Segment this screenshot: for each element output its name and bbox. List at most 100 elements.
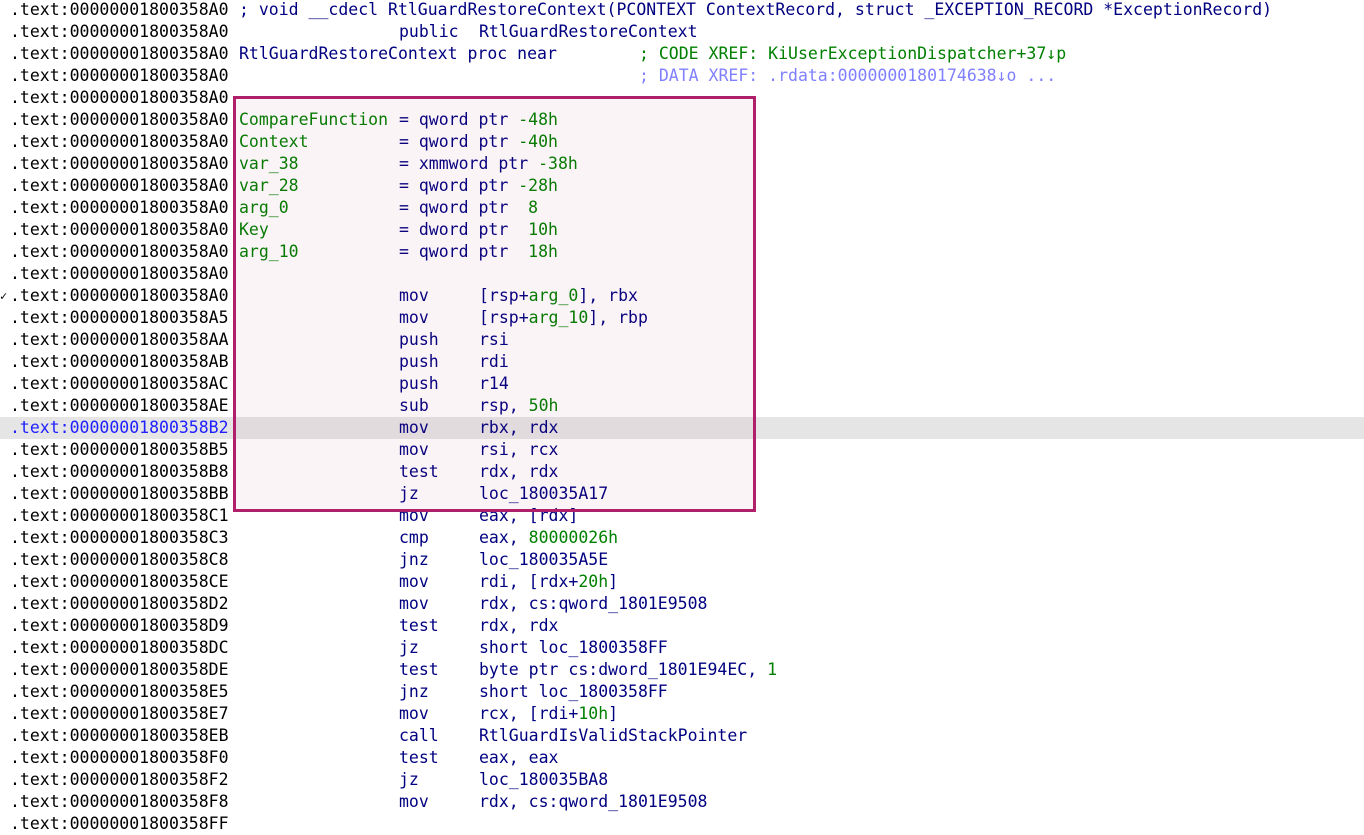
- token[interactable]: [rsp+: [479, 286, 529, 305]
- code-line[interactable]: .text:00000001800358A0 RtlGuardRestoreCon…: [0, 43, 1364, 65]
- line-address[interactable]: .text:00000001800358C1: [10, 505, 229, 527]
- token[interactable]: ; DATA XREF: .rdata:0000000180174638↓o .…: [639, 66, 1056, 85]
- instruction-mnemonic[interactable]: test: [399, 461, 439, 483]
- token[interactable]: 50h: [529, 396, 559, 415]
- instruction-mnemonic[interactable]: sub: [399, 395, 429, 417]
- line-address[interactable]: .text:00000001800358CE: [10, 571, 229, 593]
- code-line[interactable]: .text:00000001800358AC push r14: [0, 373, 1364, 395]
- code-line[interactable]: .text:00000001800358A0: [0, 263, 1364, 285]
- line-address[interactable]: .text:00000001800358DC: [10, 637, 229, 659]
- token[interactable]: rsp,: [479, 396, 529, 415]
- label-name[interactable]: Context: [239, 131, 309, 153]
- instruction-mnemonic[interactable]: mov: [399, 439, 429, 461]
- instruction-mnemonic[interactable]: mov: [399, 417, 429, 439]
- instruction-operands[interactable]: RtlGuardIsValidStackPointer: [479, 725, 747, 747]
- label-name[interactable]: Key: [239, 219, 269, 241]
- token[interactable]: byte ptr cs:dword_1801E94EC,: [479, 660, 767, 679]
- label-name[interactable]: arg_10: [239, 241, 299, 263]
- token[interactable]: [rsp+: [479, 308, 529, 327]
- stack-var-definition[interactable]: = xmmword ptr -38h: [399, 153, 578, 175]
- token[interactable]: arg_0: [529, 286, 579, 305]
- token[interactable]: eax, eax: [479, 748, 558, 767]
- code-line[interactable]: .text:00000001800358F8 mov rdx, cs:qword_1…: [0, 791, 1364, 813]
- code-line[interactable]: .text:00000001800358DE test byte ptr cs:dw…: [0, 659, 1364, 681]
- line-address[interactable]: .text:00000001800358A0: [10, 197, 229, 219]
- code-line[interactable]: .text:00000001800358DC jz short loc_180035…: [0, 637, 1364, 659]
- stack-var-definition[interactable]: = qword ptr -48h: [399, 109, 558, 131]
- code-line[interactable]: .text:00000001800358E7 mov rcx, [rdi+10h]: [0, 703, 1364, 725]
- instruction-operands[interactable]: byte ptr cs:dword_1801E94EC, 1: [479, 659, 777, 681]
- instruction-mnemonic[interactable]: jnz: [399, 681, 429, 703]
- line-address[interactable]: .text:00000001800358A0: [10, 43, 229, 65]
- line-address[interactable]: .text:00000001800358B8: [10, 461, 229, 483]
- instruction-operands[interactable]: short loc_1800358FF: [479, 637, 668, 659]
- label-name[interactable]: var_28: [239, 175, 299, 197]
- code-line[interactable]: .text:00000001800358A0 Context = qword ptr…: [0, 131, 1364, 153]
- label-name[interactable]: RtlGuardRestoreContext proc near: [239, 43, 557, 65]
- token[interactable]: r14: [479, 374, 509, 393]
- token[interactable]: CompareFunction: [239, 110, 388, 129]
- line-address[interactable]: .text:00000001800358FF: [10, 813, 229, 835]
- token[interactable]: rdi, [rdx+: [479, 572, 578, 591]
- instruction-mnemonic[interactable]: push: [399, 373, 439, 395]
- token[interactable]: 20h: [578, 572, 608, 591]
- instruction-operands[interactable]: eax, eax: [479, 747, 558, 769]
- instruction-mnemonic[interactable]: mov: [399, 285, 429, 307]
- token[interactable]: 10h: [578, 704, 608, 723]
- token[interactable]: ]: [608, 572, 618, 591]
- token[interactable]: Key: [239, 220, 269, 239]
- instruction-mnemonic[interactable]: cmp: [399, 527, 429, 549]
- instruction-mnemonic[interactable]: test: [399, 659, 439, 681]
- line-address[interactable]: .text:00000001800358A0: [10, 241, 229, 263]
- instruction-operands[interactable]: rsi, rcx: [479, 439, 558, 461]
- code-line[interactable]: .text:00000001800358E5 jnz short loc_18003…: [0, 681, 1364, 703]
- line-address[interactable]: .text:00000001800358A0: [10, 175, 229, 197]
- instruction-mnemonic[interactable]: mov: [399, 791, 429, 813]
- instruction-operands[interactable]: rcx, [rdi+10h]: [479, 703, 618, 725]
- token[interactable]: 8: [528, 198, 538, 217]
- label-name[interactable]: var_38: [239, 153, 299, 175]
- line-address[interactable]: .text:00000001800358A0: [10, 0, 229, 21]
- line-address[interactable]: .text:00000001800358AB: [10, 351, 229, 373]
- code-line[interactable]: .text:00000001800358A0 public RtlGuardRest…: [0, 21, 1364, 43]
- line-address[interactable]: .text:00000001800358F2: [10, 769, 229, 791]
- token[interactable]: = qword ptr: [399, 132, 518, 151]
- xref-comment[interactable]: ; CODE XREF: KiUserExceptionDispatcher+3…: [639, 43, 1066, 65]
- line-address[interactable]: .text:00000001800358E5: [10, 681, 229, 703]
- code-line[interactable]: .text:00000001800358FF: [0, 813, 1364, 835]
- code-line[interactable]: .text:00000001800358CE mov rdi, [rdx+20h]: [0, 571, 1364, 593]
- code-line[interactable]: .text:00000001800358A0 ; void __cdecl Rtl…: [0, 0, 1364, 21]
- line-address[interactable]: .text:00000001800358A0: [10, 87, 229, 109]
- token[interactable]: = dword ptr: [399, 220, 528, 239]
- code-line[interactable]: .text:00000001800358AE sub rsp, 50h: [0, 395, 1364, 417]
- code-line[interactable]: .text:00000001800358F0 test eax, eax: [0, 747, 1364, 769]
- code-line[interactable]: .text:00000001800358A0 arg_10 = qword ptr …: [0, 241, 1364, 263]
- line-address[interactable]: .text:00000001800358A0: [10, 219, 229, 241]
- instruction-operands[interactable]: rsi: [479, 329, 509, 351]
- token[interactable]: rdx, rdx: [479, 462, 558, 481]
- line-address[interactable]: .text:00000001800358C3: [10, 527, 229, 549]
- line-address[interactable]: .text:00000001800358AE: [10, 395, 229, 417]
- instruction-operands[interactable]: loc_180035A17: [479, 483, 608, 505]
- token[interactable]: var_38: [239, 154, 299, 173]
- stack-var-definition[interactable]: = qword ptr 8: [399, 197, 538, 219]
- token[interactable]: loc_180035BA8: [479, 770, 608, 789]
- code-line[interactable]: .text:00000001800358A0 var_28 = qword ptr …: [0, 175, 1364, 197]
- instruction-operands[interactable]: loc_180035A5E: [479, 549, 608, 571]
- token[interactable]: rdi: [479, 352, 509, 371]
- token[interactable]: short loc_1800358FF: [479, 638, 668, 657]
- token[interactable]: rsi: [479, 330, 509, 349]
- instruction-operands[interactable]: rdi: [479, 351, 509, 373]
- token[interactable]: loc_180035A5E: [479, 550, 608, 569]
- stack-var-definition[interactable]: = qword ptr -28h: [399, 175, 558, 197]
- xref-comment[interactable]: ; DATA XREF: .rdata:0000000180174638↓o .…: [639, 65, 1056, 87]
- line-address[interactable]: .text:00000001800358B2: [10, 417, 229, 439]
- instruction-operands[interactable]: eax, [rdx]: [479, 505, 578, 527]
- token[interactable]: -28h: [518, 176, 558, 195]
- token[interactable]: 80000026h: [529, 528, 618, 547]
- instruction-mnemonic[interactable]: mov: [399, 505, 429, 527]
- line-address[interactable]: .text:00000001800358F0: [10, 747, 229, 769]
- instruction-operands[interactable]: rdx, cs:qword_1801E9508: [479, 593, 707, 615]
- instruction-operands[interactable]: loc_180035BA8: [479, 769, 608, 791]
- line-address[interactable]: .text:00000001800358A5: [10, 307, 229, 329]
